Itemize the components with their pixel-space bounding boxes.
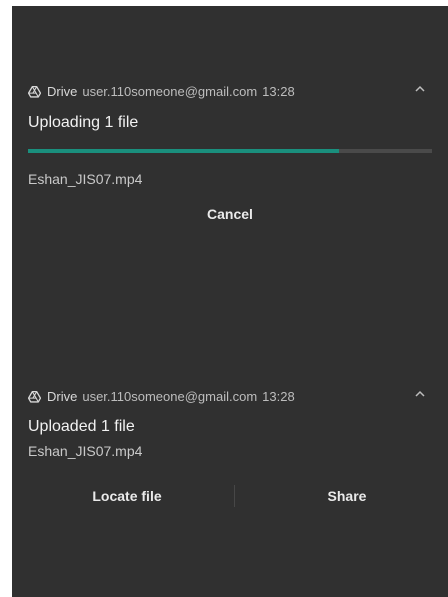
notification-header: Drive user.110someone@gmail.com 13:28 — [28, 82, 295, 100]
cancel-button[interactable]: Cancel — [12, 206, 448, 222]
action-divider — [234, 485, 235, 507]
locate-file-button[interactable]: Locate file — [52, 488, 202, 504]
account-email: user.110someone@gmail.com — [82, 83, 258, 99]
notification-title: Uploaded 1 file — [28, 418, 135, 435]
notification-title: Uploading 1 file — [28, 114, 139, 131]
account-email: user.110someone@gmail.com — [82, 388, 258, 404]
upload-complete-notification[interactable]: Drive user.110someone@gmail.com 13:28 Up… — [12, 381, 448, 541]
chevron-up-icon[interactable] — [414, 84, 426, 94]
upload-progress-fill — [28, 149, 340, 153]
upload-progress-notification[interactable]: Drive user.110someone@gmail.com 13:28 Up… — [12, 76, 448, 246]
notification-time: 13:28 — [262, 388, 295, 404]
chevron-up-icon[interactable] — [414, 389, 426, 399]
notification-time: 13:28 — [262, 83, 295, 99]
share-button[interactable]: Share — [272, 488, 422, 504]
google-drive-icon — [28, 85, 41, 98]
file-name: Eshan_JIS07.mp4 — [28, 443, 143, 459]
app-name: Drive — [47, 388, 78, 404]
app-name: Drive — [47, 83, 78, 99]
notification-header: Drive user.110someone@gmail.com 13:28 — [28, 387, 295, 405]
notification-shade: Drive user.110someone@gmail.com 13:28 Up… — [12, 6, 448, 597]
file-name: Eshan_JIS07.mp4 — [28, 171, 143, 187]
google-drive-icon — [28, 390, 41, 403]
upload-progress-bar — [28, 149, 432, 153]
